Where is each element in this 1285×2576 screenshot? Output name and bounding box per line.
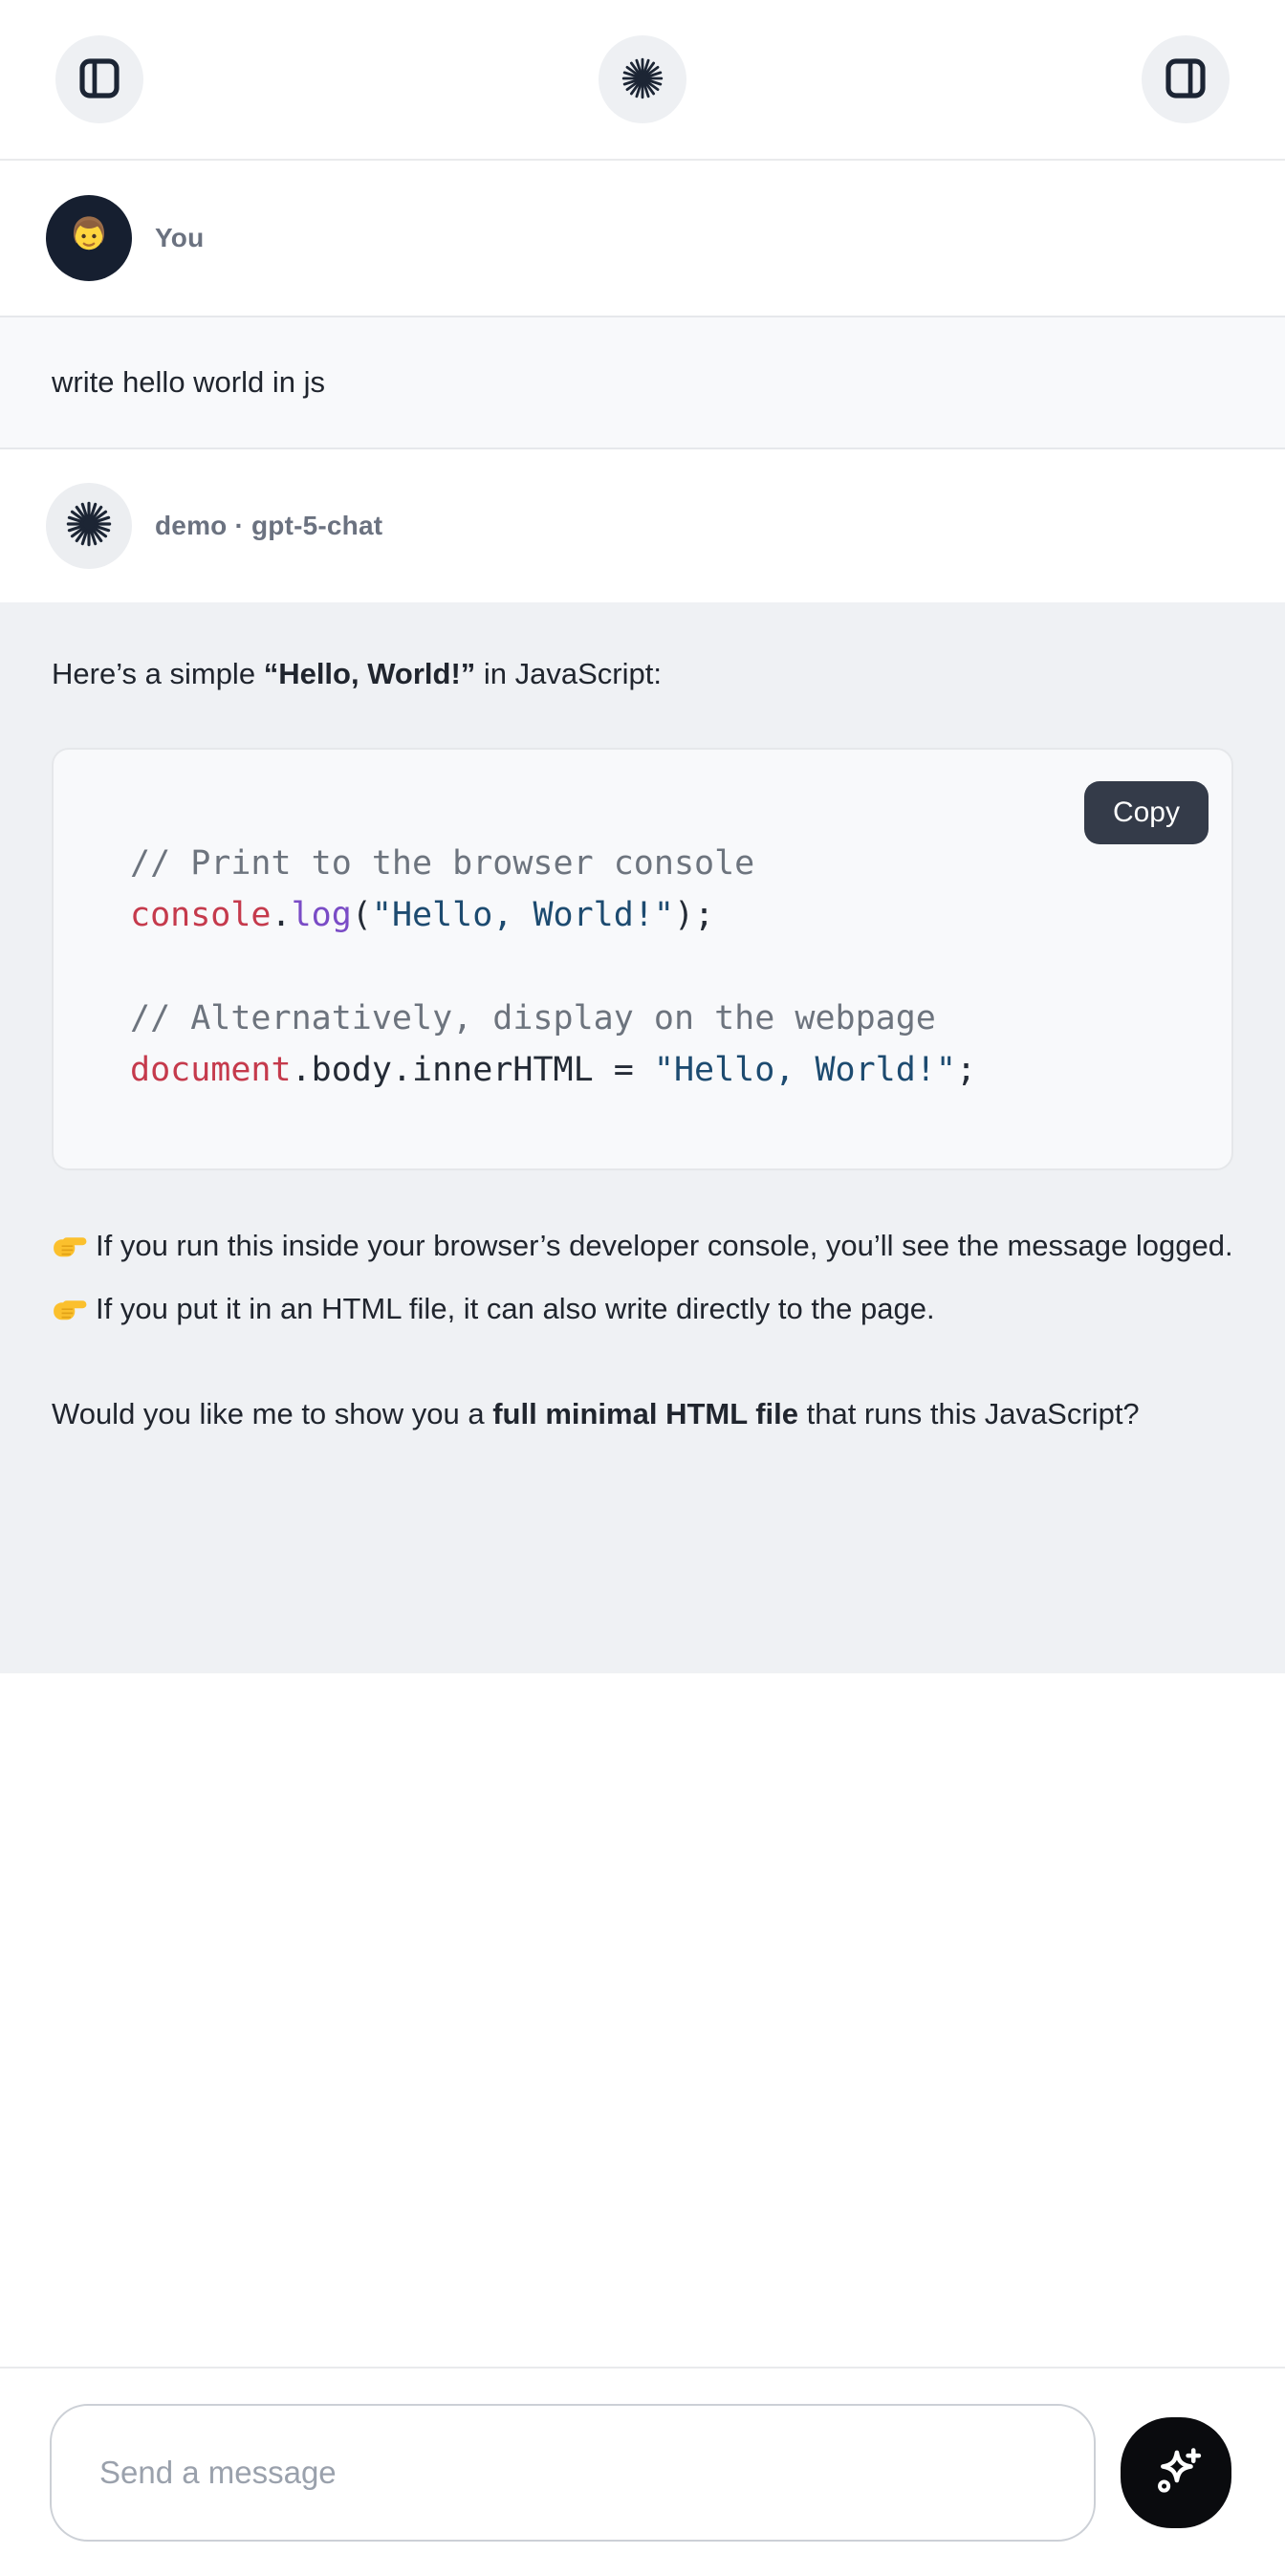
top-bar [0, 0, 1285, 161]
question-text-pre: Would you like me to show you a [52, 1397, 492, 1430]
user-message-bubble: write hello world in js [0, 316, 1285, 449]
assistant-message-bubble: Here’s a simple “Hello, World!” in JavaS… [0, 602, 1285, 1673]
intro-text-pre: Here’s a simple [52, 657, 264, 690]
question-text-post: that runs this JavaScript? [798, 1397, 1140, 1430]
code-block: Copy // Print to the browser consolecons… [52, 748, 1233, 1170]
assistant-question-paragraph: Would you like me to show you a full min… [52, 1383, 1233, 1446]
intro-text-post: in JavaScript: [475, 657, 662, 690]
panel-left-icon [74, 53, 125, 107]
message-input[interactable] [50, 2404, 1096, 2542]
copy-code-button[interactable]: Copy [1084, 781, 1209, 844]
code-content: // Print to the browser consoleconsole.l… [54, 750, 1231, 1168]
empty-scroll-area [0, 1673, 1285, 2367]
tip-paragraph-1: If you run this inside your browser’s de… [52, 1214, 1233, 1277]
assistant-message-header: demo · gpt-5-chat [0, 449, 1285, 602]
composer-bar [0, 2367, 1285, 2576]
assistant-sender-label: demo · gpt-5-chat [155, 511, 382, 541]
question-text-bold: full minimal HTML file [492, 1397, 798, 1430]
user-message-header: You [0, 161, 1285, 316]
assistant-avatar [46, 483, 132, 569]
person-emoji-icon [59, 207, 119, 271]
user-message-text: write hello world in js [52, 365, 325, 400]
tip-text-1: If you run this inside your browser’s de… [96, 1229, 1233, 1262]
starburst-icon [619, 55, 666, 105]
pointing-right-emoji-icon [52, 1283, 88, 1320]
sidebar-toggle-button[interactable] [55, 35, 143, 123]
intro-text-bold: “Hello, World!” [264, 657, 476, 690]
sparkle-plus-icon [1146, 2441, 1206, 2503]
tip-text-2: If you put it in an HTML file, it can al… [96, 1292, 935, 1325]
pointing-right-emoji-icon [52, 1220, 88, 1256]
user-sender-label: You [155, 223, 204, 253]
brand-button[interactable] [599, 35, 686, 123]
panel-right-icon [1160, 53, 1211, 107]
right-panel-toggle-button[interactable] [1142, 35, 1230, 123]
user-avatar [46, 195, 132, 281]
starburst-avatar-icon [64, 499, 114, 554]
assistant-intro-paragraph: Here’s a simple “Hello, World!” in JavaS… [52, 643, 1233, 706]
send-button[interactable] [1121, 2417, 1231, 2528]
tip-paragraph-2: If you put it in an HTML file, it can al… [52, 1277, 1233, 1341]
